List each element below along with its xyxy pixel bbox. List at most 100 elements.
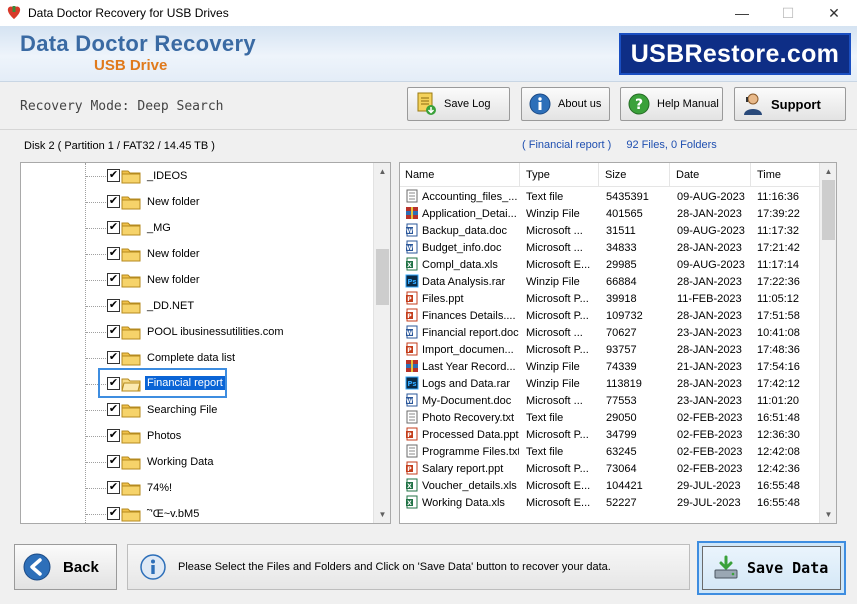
- file-row[interactable]: Ps Logs and Data.rar Winzip File 113819 28-J…: [400, 375, 820, 392]
- minimize-button[interactable]: —: [719, 0, 765, 26]
- file-row[interactable]: Last Year Record... Winzip File 74339 21-JA…: [400, 358, 820, 375]
- tree-branch-line: [86, 488, 106, 489]
- scroll-thumb[interactable]: [376, 249, 389, 305]
- tree-item[interactable]: ✔ _IDEOS: [21, 163, 373, 189]
- svg-text:P: P: [407, 296, 412, 303]
- word-file-icon: W: [406, 393, 418, 407]
- file-row[interactable]: P Processed Data.ppt Microsoft P... 34799 02…: [400, 426, 820, 443]
- file-row[interactable]: P Import_documen... Microsoft P... 93757 28-…: [400, 341, 820, 358]
- back-button[interactable]: Back: [14, 544, 117, 590]
- file-type: Winzip File: [526, 207, 580, 220]
- folder-checkbox[interactable]: ✔: [107, 481, 120, 494]
- column-header-time[interactable]: Time: [752, 163, 820, 187]
- file-row[interactable]: P Finances Details.... Microsoft P... 10973…: [400, 307, 820, 324]
- file-row[interactable]: Ps Data Analysis.rar Winzip File 66884 28-JA…: [400, 273, 820, 290]
- folder-tree[interactable]: ✔ _IDEOS ✔ New folder ✔ _MG ✔ New folder ✔ New fo…: [20, 162, 391, 524]
- file-time: 12:36:30: [757, 428, 800, 441]
- tree-item-label: Searching File: [147, 404, 218, 416]
- disk-info-label: Disk 2 ( Partition 1 / FAT32 / 14.45 TB …: [24, 140, 215, 152]
- tree-item[interactable]: ✔ New folder: [21, 267, 373, 293]
- maximize-button[interactable]: ☐: [765, 0, 811, 26]
- file-row[interactable]: Programme Files.txt Text file 63245 02-FEB-…: [400, 443, 820, 460]
- file-row[interactable]: P Files.ppt Microsoft P... 39918 11-FEB-2023…: [400, 290, 820, 307]
- file-date: 02-FEB-2023: [677, 445, 743, 458]
- file-list[interactable]: Name Type Size Date Time Accounting_file…: [399, 162, 837, 524]
- file-row[interactable]: X Compl_data.xls Microsoft E... 29985 09-AUG…: [400, 256, 820, 273]
- tree-item[interactable]: ✔ 74%!: [21, 475, 373, 501]
- folder-checkbox[interactable]: ✔: [107, 455, 120, 468]
- scroll-down-arrow-icon[interactable]: ▼: [820, 506, 836, 523]
- file-type: Text file: [526, 190, 564, 203]
- folder-checkbox[interactable]: ✔: [107, 195, 120, 208]
- about-us-button[interactable]: About us: [521, 87, 610, 121]
- tree-item[interactable]: ✔ Searching File: [21, 397, 373, 423]
- tree-item[interactable]: ✔ Working Data: [21, 449, 373, 475]
- column-header-type[interactable]: Type: [521, 163, 599, 187]
- file-row[interactable]: Accounting_files_... Text file 5435391 09-A…: [400, 188, 820, 205]
- file-type: Microsoft ...: [526, 241, 583, 254]
- folder-checkbox[interactable]: ✔: [107, 169, 120, 182]
- file-size: 29985: [606, 258, 637, 271]
- folder-checkbox[interactable]: ✔: [107, 299, 120, 312]
- file-name: Import_documen...: [422, 343, 514, 356]
- tree-item[interactable]: ✔ New folder: [21, 241, 373, 267]
- scroll-thumb[interactable]: [822, 180, 835, 240]
- help-manual-button[interactable]: ? Help Manual: [620, 87, 723, 121]
- file-row[interactable]: X Voucher_details.xls Microsoft E... 104421…: [400, 477, 820, 494]
- folder-checkbox[interactable]: ✔: [107, 273, 120, 286]
- close-button[interactable]: ✕: [811, 0, 857, 26]
- file-row[interactable]: W Financial report.doc Microsoft ... 70627 2…: [400, 324, 820, 341]
- folder-icon: [121, 456, 141, 470]
- file-size: 29050: [606, 411, 637, 424]
- tree-item[interactable]: ✔ _DD.NET: [21, 293, 373, 319]
- photoshop-file-icon: Ps: [405, 376, 419, 390]
- powerpoint-file-icon: P: [406, 461, 418, 475]
- file-type: Microsoft ...: [526, 224, 583, 237]
- folder-checkbox[interactable]: ✔: [107, 325, 120, 338]
- file-time: 12:42:08: [757, 445, 800, 458]
- svg-text:P: P: [407, 432, 412, 439]
- file-list-scrollbar[interactable]: ▲ ▼: [819, 163, 836, 523]
- folder-checkbox[interactable]: ✔: [107, 351, 120, 364]
- tree-item[interactable]: ✔ New folder: [21, 189, 373, 215]
- file-row[interactable]: P Salary report.ppt Microsoft P... 73064 02-…: [400, 460, 820, 477]
- file-size: 52227: [606, 496, 637, 509]
- folder-checkbox[interactable]: ✔: [107, 429, 120, 442]
- tree-item[interactable]: ✔ ˜'Œ~v.bM5: [21, 501, 373, 523]
- file-size: 39918: [606, 292, 637, 305]
- file-row[interactable]: W Budget_info.doc Microsoft ... 34833 28-JAN…: [400, 239, 820, 256]
- folder-checkbox[interactable]: ✔: [107, 403, 120, 416]
- scroll-up-arrow-icon[interactable]: ▲: [820, 163, 836, 180]
- file-type: Microsoft ...: [526, 394, 583, 407]
- save-data-button[interactable]: Save Data: [697, 541, 846, 595]
- tree-branch-line: [86, 306, 106, 307]
- tree-scrollbar[interactable]: ▲ ▼: [373, 163, 390, 523]
- file-time: 17:39:22: [757, 207, 800, 220]
- column-header-date[interactable]: Date: [671, 163, 751, 187]
- file-row[interactable]: Photo Recovery.txt Text file 29050 02-FEB-2…: [400, 409, 820, 426]
- file-row[interactable]: Application_Detai... Winzip File 401565 28-…: [400, 205, 820, 222]
- column-header-name[interactable]: Name: [400, 163, 520, 187]
- folder-checkbox[interactable]: ✔: [107, 247, 120, 260]
- file-date: 02-FEB-2023: [677, 428, 743, 441]
- file-row[interactable]: X Working Data.xls Microsoft E... 52227 29-J…: [400, 494, 820, 511]
- tree-item[interactable]: ✔ Photos: [21, 423, 373, 449]
- column-header-size[interactable]: Size: [600, 163, 670, 187]
- folder-icon: [121, 508, 141, 522]
- file-type: Microsoft P...: [526, 462, 589, 475]
- save-drive-icon: [714, 555, 738, 579]
- file-row[interactable]: W My-Document.doc Microsoft ... 77553 23-JAN…: [400, 392, 820, 409]
- file-row[interactable]: W Backup_data.doc Microsoft ... 31511 09-AUG…: [400, 222, 820, 239]
- support-button[interactable]: Support: [734, 87, 846, 121]
- tree-item[interactable]: ✔ POOL ibusinessutilities.com: [21, 319, 373, 345]
- save-log-button[interactable]: Save Log: [407, 87, 510, 121]
- back-arrow-icon: [23, 553, 51, 581]
- scroll-up-arrow-icon[interactable]: ▲: [374, 163, 390, 180]
- scroll-down-arrow-icon[interactable]: ▼: [374, 506, 390, 523]
- folder-checkbox[interactable]: ✔: [107, 507, 120, 520]
- help-manual-label: Help Manual: [657, 98, 719, 110]
- powerpoint-file-icon: P: [406, 308, 418, 322]
- folder-checkbox[interactable]: ✔: [107, 221, 120, 234]
- tree-item[interactable]: ✔ _MG: [21, 215, 373, 241]
- file-name: Voucher_details.xls: [422, 479, 517, 492]
